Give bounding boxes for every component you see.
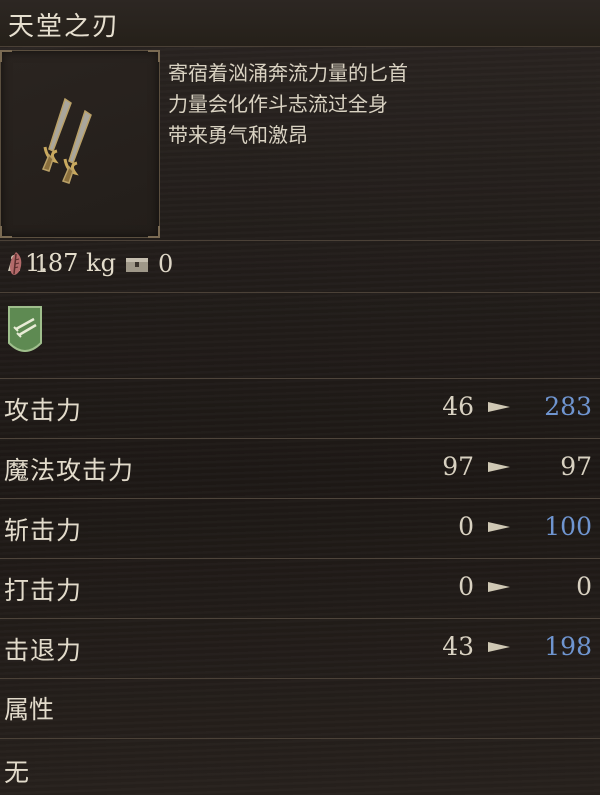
stat-label: 斩击力 (4, 516, 83, 545)
dagger-class-shield-icon (8, 306, 42, 352)
stat-row-magic-attack: 魔法攻击力 97 97 (0, 438, 600, 495)
divider (0, 292, 600, 293)
description-line: 力量会化作斗志流过全身 (168, 92, 388, 116)
owned-count-value: 1 (34, 250, 50, 278)
frame-corner (148, 226, 160, 238)
stat-new-value: 100 (544, 512, 592, 541)
arrow-right-icon (488, 462, 510, 472)
stat-new-value: 283 (544, 392, 592, 421)
stat-new-value: 198 (544, 632, 592, 661)
item-image-frame: 1.87 kg (0, 50, 160, 277)
arrow-right-icon (488, 402, 510, 412)
feather-token-icon (10, 252, 22, 275)
arrow-right-icon (488, 642, 510, 652)
stat-new-value: 97 (560, 452, 592, 481)
stat-row-slash: 斩击力 0 100 (0, 498, 600, 555)
arrow-right-icon (488, 522, 510, 532)
stored-count-value: 0 (158, 250, 174, 278)
stat-old-value: 0 (458, 572, 474, 601)
frame-corner (0, 50, 12, 62)
stat-label: 魔法攻击力 (4, 456, 135, 485)
stat-row-strike: 打击力 0 0 (0, 558, 600, 615)
item-title: 天堂之刃 (8, 12, 121, 42)
stat-row-attack: 攻击力 46 283 (0, 378, 600, 435)
twin-daggers-icon (41, 97, 92, 184)
owned-count: 1 (6, 250, 49, 278)
description-line: 寄宿着汹涌奔流力量的匕首 (168, 61, 408, 85)
attribute-label: 属性 (4, 695, 55, 724)
divider (0, 678, 600, 679)
stat-old-value: 43 (442, 632, 474, 661)
stat-row-knockdown: 击退力 43 198 (0, 618, 600, 675)
description-line: 带来勇气和激昂 (168, 123, 308, 147)
frame-corner (148, 50, 160, 62)
stat-label: 攻击力 (4, 396, 83, 425)
attribute-value: 无 (4, 758, 30, 787)
stat-label: 击退力 (4, 636, 83, 665)
frame-corner (0, 226, 12, 238)
counts-row: 1 0 (0, 244, 600, 290)
stat-old-value: 0 (458, 512, 474, 541)
stat-old-value: 97 (442, 452, 474, 481)
stat-new-value: 0 (576, 572, 592, 601)
arrow-right-icon (488, 582, 510, 592)
stat-label: 打击力 (4, 576, 83, 605)
chest-icon (126, 258, 148, 272)
title-bar: 天堂之刃 (0, 0, 600, 47)
divider (0, 738, 600, 739)
stat-old-value: 46 (442, 392, 474, 421)
stored-count: 0 (124, 250, 173, 278)
divider (0, 240, 600, 241)
item-description: 寄宿着汹涌奔流力量的匕首 力量会化作斗志流过全身 带来勇气和激昂 (168, 58, 588, 151)
